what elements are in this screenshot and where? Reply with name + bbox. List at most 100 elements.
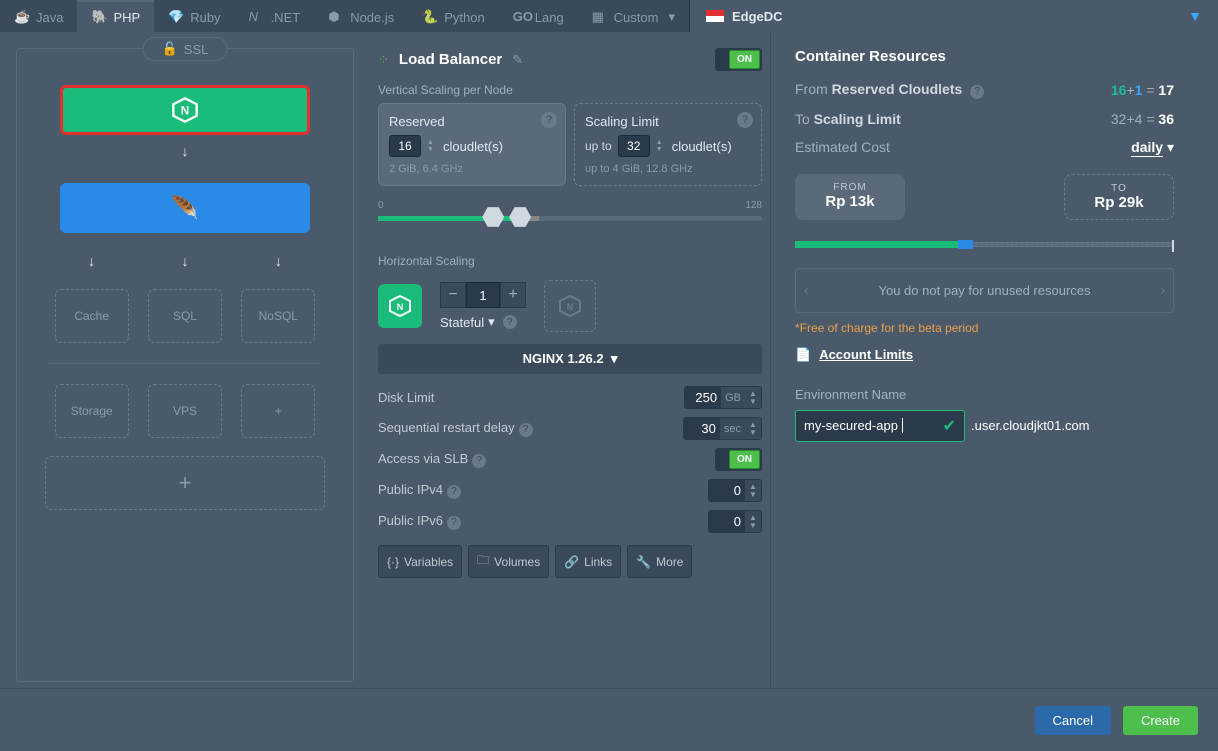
cloudlet-range[interactable]: 0 128 <box>378 206 762 230</box>
arrow-down-icon: ↓ <box>275 253 282 269</box>
period-select[interactable]: daily ▾ <box>1131 139 1174 156</box>
to-total: 36 <box>1158 111 1174 127</box>
reserved-card[interactable]: ? Reserved 16 ▲▼ cloudlet(s) 2 GiB, 6.4 … <box>378 103 566 186</box>
lock-icon: 🔓 <box>162 41 178 57</box>
help-icon[interactable]: ? <box>472 454 486 468</box>
links-button[interactable]: 🔗Links <box>555 545 621 578</box>
edit-icon[interactable]: ✎ <box>512 52 523 68</box>
add-nosql-node[interactable]: NoSQL <box>241 289 315 343</box>
cost-from-head: FROM <box>803 182 897 193</box>
help-icon[interactable]: ? <box>737 112 753 128</box>
version-select[interactable]: NGINX 1.26.2 ▾ <box>378 344 762 374</box>
reserved-value[interactable]: 16 <box>389 135 421 157</box>
limit-prefix: up to <box>585 139 612 153</box>
disk-limit-input[interactable]: 250GB▲▼ <box>684 386 762 409</box>
ipv4-stepper[interactable]: ▲▼ <box>745 482 761 500</box>
tab-custom-label: Custom <box>614 10 659 25</box>
add-extra-node[interactable]: + <box>241 384 315 438</box>
increment-button[interactable]: + <box>500 282 526 308</box>
limit-stepper[interactable]: ▲▼ <box>656 135 666 157</box>
tab-ruby[interactable]: 💎Ruby <box>154 0 234 32</box>
ipv4-input[interactable]: 0▲▼ <box>708 479 762 502</box>
add-vps-node[interactable]: VPS <box>148 384 222 438</box>
ipv4-label: Public IPv4 <box>378 482 443 497</box>
est-cost-label: Estimated Cost <box>795 139 890 155</box>
lb-icon: ⁘ <box>378 52 389 68</box>
doc-icon: 📄 <box>795 347 811 363</box>
ipv6-input[interactable]: 0▲▼ <box>708 510 762 533</box>
scaling-mode-select[interactable]: Stateful ▾ ? <box>440 314 526 330</box>
next-tip-button[interactable]: › <box>1161 283 1165 298</box>
help-icon[interactable]: ? <box>503 315 517 329</box>
more-button[interactable]: 🔧More <box>627 545 692 578</box>
restart-delay-input[interactable]: 30sec▲▼ <box>683 417 762 440</box>
decrement-button[interactable]: − <box>440 282 466 308</box>
limit-card[interactable]: ? Scaling Limit up to 32 ▲▼ cloudlet(s) … <box>574 103 762 186</box>
info-box: ‹ You do not pay for unused resources › <box>795 268 1174 313</box>
ipv6-stepper[interactable]: ▲▼ <box>745 513 761 531</box>
to-label: To <box>795 111 814 127</box>
arrow-down-icon: ↓ <box>88 253 95 269</box>
app-server-node[interactable]: 🪶 <box>60 183 310 233</box>
reserved-handle[interactable] <box>482 206 504 228</box>
tab-dotnet[interactable]: N.NET <box>235 0 315 32</box>
env-name-label: Environment Name <box>795 387 1174 402</box>
ssl-label: SSL <box>184 42 209 57</box>
region-name: EdgeDC <box>732 9 783 24</box>
add-sql-node[interactable]: SQL <box>148 289 222 343</box>
toggle-on-label: ON <box>729 50 760 69</box>
prev-tip-button[interactable]: ‹ <box>804 283 808 298</box>
svg-text:N: N <box>567 302 574 312</box>
tab-php[interactable]: 🐘PHP <box>77 0 154 32</box>
tab-ruby-label: Ruby <box>190 10 220 25</box>
tab-dotnet-label: .NET <box>271 10 301 25</box>
links-icon: 🔗 <box>564 555 579 569</box>
tab-nodejs[interactable]: ⬢Node.js <box>314 0 408 32</box>
cancel-button[interactable]: Cancel <box>1035 706 1111 735</box>
beta-note: *Free of charge for the beta period <box>795 321 1174 335</box>
to-type: Scaling Limit <box>814 111 901 127</box>
limit-unit: cloudlet(s) <box>672 139 732 154</box>
language-tabs: ☕Java 🐘PHP 💎Ruby N.NET ⬢Node.js 🐍Python … <box>0 0 1218 32</box>
restart-delay-label: Sequential restart delay <box>378 420 515 435</box>
topology-panel: 🔓SSL N ↓ 🪶 ↓ ↓ ↓ Cache SQL NoSQL Storage… <box>16 48 354 682</box>
add-cache-node[interactable]: Cache <box>55 289 129 343</box>
add-storage-node[interactable]: Storage <box>55 384 129 438</box>
region-selector[interactable]: EdgeDC ▼ <box>689 0 1218 32</box>
limit-handle[interactable] <box>509 206 531 228</box>
svg-text:N: N <box>181 105 189 118</box>
tab-python[interactable]: 🐍Python <box>408 0 498 32</box>
cost-to-card: TO Rp 29k <box>1064 174 1174 220</box>
tab-go[interactable]: GOLang <box>499 0 578 32</box>
ssl-toggle[interactable]: 🔓 SSL <box>143 37 228 61</box>
slb-toggle[interactable]: ON <box>715 448 762 471</box>
account-limits-link[interactable]: 📄 Account Limits <box>795 347 1174 363</box>
tab-java[interactable]: ☕Java <box>0 0 77 32</box>
add-layer[interactable]: + <box>45 456 325 510</box>
help-icon[interactable]: ? <box>447 485 461 499</box>
range-max: 128 <box>745 200 762 211</box>
cost-bar <box>795 240 1174 250</box>
tab-custom[interactable]: ▦Custom▾ <box>578 0 689 32</box>
disk-stepper[interactable]: ▲▼ <box>745 389 761 407</box>
reserved-unit: cloudlet(s) <box>443 139 503 154</box>
add-node-slot[interactable]: N <box>544 280 596 332</box>
help-icon[interactable]: ? <box>447 516 461 530</box>
help-icon[interactable]: ? <box>970 85 984 99</box>
create-button[interactable]: Create <box>1123 706 1198 735</box>
volumes-button[interactable]: 🗀Volumes <box>468 545 549 578</box>
node-count-stepper: − 1 + <box>440 282 526 308</box>
help-icon[interactable]: ? <box>541 112 557 128</box>
horizontal-scaling-label: Horizontal Scaling <box>378 254 762 268</box>
load-balancer-node[interactable]: N <box>60 85 310 135</box>
env-name-input[interactable]: my-secured-app ✔ <box>795 410 965 442</box>
variables-button[interactable]: {·}Variables <box>378 545 462 578</box>
lb-toggle[interactable]: ON <box>715 48 762 71</box>
apache-icon: 🪶 <box>171 195 198 221</box>
reserved-stepper[interactable]: ▲▼ <box>427 135 437 157</box>
node-count[interactable]: 1 <box>466 282 500 308</box>
restart-stepper[interactable]: ▲▼ <box>745 420 761 438</box>
resources-title: Container Resources <box>795 48 1174 65</box>
help-icon[interactable]: ? <box>519 423 533 437</box>
limit-value[interactable]: 32 <box>618 135 650 157</box>
